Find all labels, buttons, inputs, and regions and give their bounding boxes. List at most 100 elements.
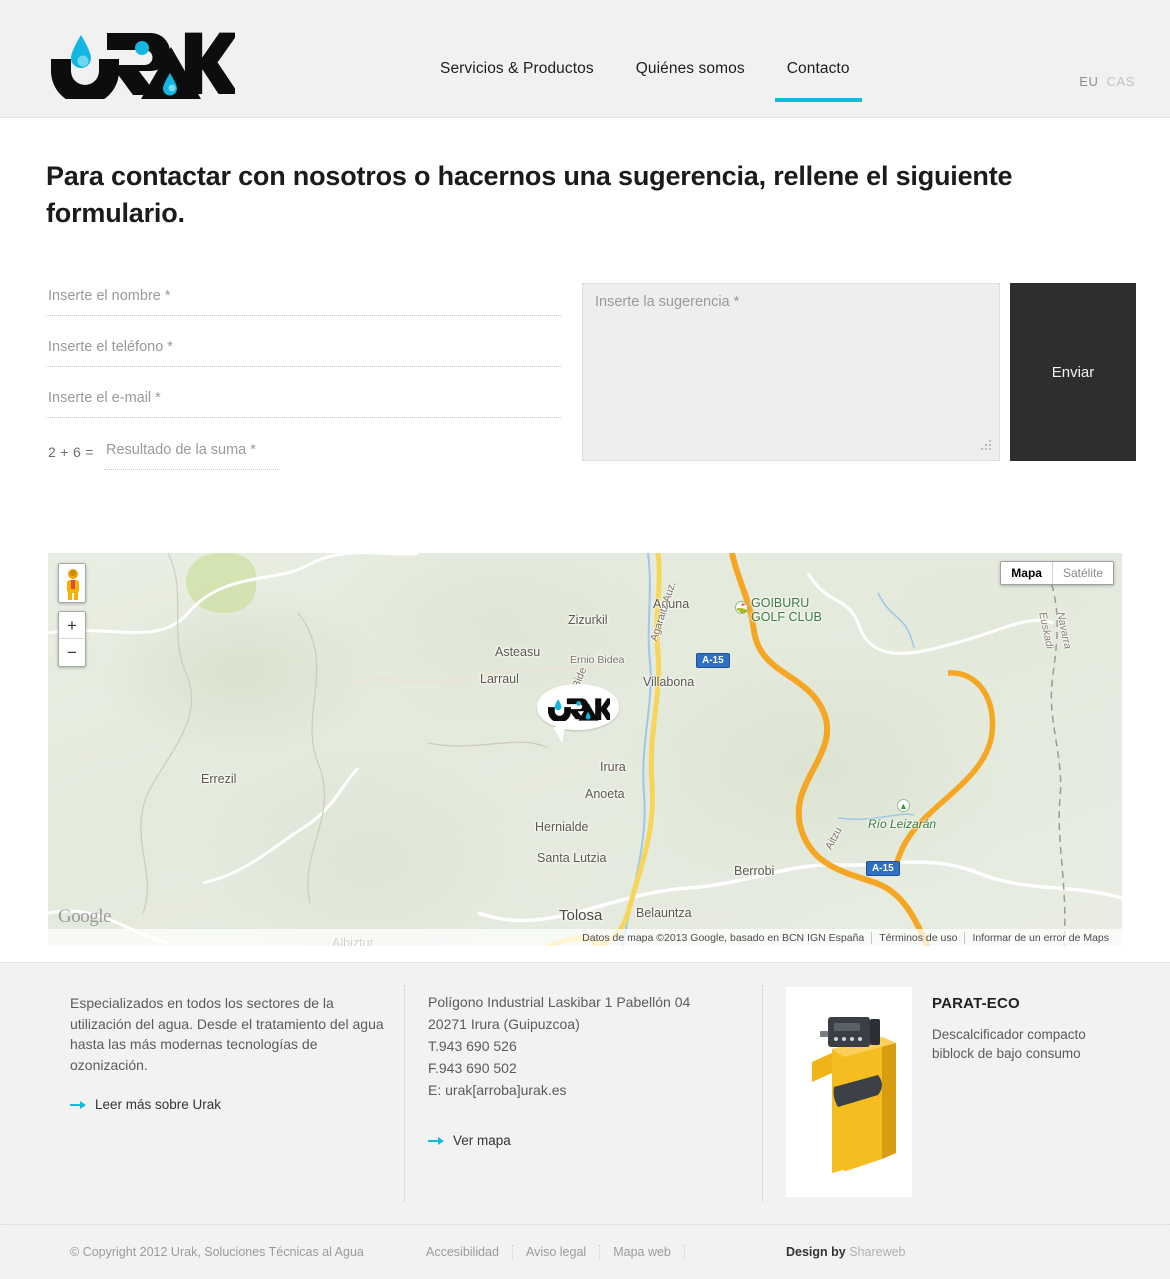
map-attribution-bar: Datos de mapa ©2013 Google, basado en BC… <box>48 929 1122 946</box>
street-view-pegman-control[interactable] <box>58 563 86 603</box>
map-label-berrobi: Berrobi <box>734 864 775 878</box>
location-map[interactable]: Aduna Zizurkil Asteasu Ernio Bidea Larra… <box>48 553 1122 946</box>
field-telefono[interactable]: Inserte el teléfono * <box>46 333 561 384</box>
footer-contact-column: Polígono Industrial Laskibar 1 Pabellón … <box>428 991 758 1148</box>
design-credit: Design by Shareweb <box>786 1245 906 1259</box>
map-label-larraul: Larraul <box>480 672 519 686</box>
email-line: E: urak[arroba]urak.es <box>428 1082 567 1098</box>
main-nav: Servicios & Productos Quiénes somos Cont… <box>440 60 892 102</box>
map-zoom-control[interactable]: + − <box>58 611 86 667</box>
view-map-link[interactable]: Ver mapa <box>428 1133 758 1148</box>
captcha-question: 2 + 6 = <box>48 444 94 460</box>
captcha-placeholder: Resultado de la suma * <box>106 442 256 458</box>
map-label-asteasu: Asteasu <box>495 645 541 659</box>
nombre-placeholder: Inserte el nombre * <box>48 288 171 304</box>
address-line-1: Polígono Industrial Laskibar 1 Pabellón … <box>428 994 691 1010</box>
map-label-rio-leizaran: Río Leizarán <box>868 817 937 831</box>
map-label-tolosa: Tolosa <box>559 907 603 924</box>
map-terms-link[interactable]: Términos de uso <box>871 931 964 944</box>
telefono-placeholder: Inserte el teléfono * <box>48 339 173 355</box>
arrow-right-icon <box>428 1136 444 1145</box>
golf-club-line2: GOLF CLUB <box>751 610 822 624</box>
email-underline <box>46 417 561 418</box>
email-placeholder: Inserte el e-mail * <box>48 390 161 406</box>
map-label-errezil: Errezil <box>201 772 237 786</box>
lang-option-cas[interactable]: CAS <box>1106 74 1135 89</box>
read-more-label: Leer más sobre Urak <box>95 1097 222 1112</box>
nav-item-servicios-productos[interactable]: Servicios & Productos <box>440 60 594 102</box>
map-type-satelite[interactable]: Satélite <box>1053 562 1113 584</box>
textarea-resize-grip[interactable] <box>978 440 991 453</box>
form-left-column: Inserte el nombre * Inserte el teléfono … <box>46 282 561 476</box>
nombre-underline <box>46 315 561 316</box>
map-label-goiburu-golf-club: GOIBURU GOLF CLUB <box>751 596 822 624</box>
copyright-text: © Copyright 2012 Urak, Soluciones Técnic… <box>70 1245 364 1259</box>
park-icon: ▲ <box>897 799 910 812</box>
arrow-right-icon <box>70 1100 86 1109</box>
phone-line: T.943 690 526 <box>428 1038 517 1054</box>
fax-line: F.943 690 502 <box>428 1060 517 1076</box>
map-label-irura: Irura <box>600 760 626 774</box>
field-email[interactable]: Inserte el e-mail * <box>46 384 561 435</box>
google-watermark: Google <box>58 906 111 927</box>
zoom-out-button[interactable]: − <box>59 639 85 666</box>
bottom-bar: © Copyright 2012 Urak, Soluciones Técnic… <box>0 1224 1170 1279</box>
language-switcher: EU CAS <box>1079 74 1135 89</box>
urak-logo[interactable] <box>45 21 239 105</box>
submit-button[interactable]: Enviar <box>1010 283 1136 461</box>
map-marker-urak[interactable] <box>537 684 619 743</box>
captcha-underline <box>104 469 280 470</box>
street-view-pegman-icon <box>67 569 79 600</box>
footer-divider-2 <box>762 985 763 1201</box>
zoom-in-button[interactable]: + <box>59 612 85 639</box>
page-title: Para contactar con nosotros o hacernos u… <box>46 161 1013 229</box>
footer-divider-1 <box>404 985 405 1201</box>
design-studio-name[interactable]: Shareweb <box>849 1245 905 1259</box>
view-map-label: Ver mapa <box>453 1133 511 1148</box>
urak-water-drop-logo <box>51 32 239 105</box>
address-block: Polígono Industrial Laskibar 1 Pabellón … <box>428 991 758 1101</box>
address-line-2: 20271 Irura (Guipuzcoa) <box>428 1016 580 1032</box>
map-type-control: Mapa Satélite <box>1000 561 1114 585</box>
nav-item-quienes-somos[interactable]: Quiénes somos <box>636 60 745 102</box>
golf-icon: ⛳ <box>735 601 748 614</box>
about-text: Especializados en todos los sectores de … <box>70 995 384 1073</box>
golf-club-line1: GOIBURU <box>751 596 810 610</box>
telefono-underline <box>46 366 561 367</box>
field-sugerencia[interactable]: Inserte la sugerencia * <box>582 283 1000 461</box>
parat-eco-water-softener-icon <box>786 987 912 1197</box>
route-shield-a15-south: A-15 <box>866 861 900 876</box>
link-aviso-legal[interactable]: Aviso legal <box>513 1245 601 1259</box>
map-label-zizurkil: Zizurkil <box>568 613 608 627</box>
site-header: Servicios & Productos Quiénes somos Cont… <box>0 0 1170 118</box>
product-image[interactable] <box>786 987 912 1197</box>
map-vector-layer <box>48 553 1122 946</box>
map-type-mapa[interactable]: Mapa <box>1001 562 1053 584</box>
product-info: PARAT-ECO Descalcificador compacto biblo… <box>932 995 1117 1063</box>
map-label-hernialde: Hernialde <box>535 820 589 834</box>
map-report-error-link[interactable]: Informar de un error de Maps <box>964 931 1116 944</box>
map-attribution-text: Datos de mapa ©2013 Google, basado en BC… <box>582 931 865 944</box>
lang-option-eu[interactable]: EU <box>1079 74 1098 89</box>
map-label-anoeta: Anoeta <box>585 787 625 801</box>
field-nombre[interactable]: Inserte el nombre * <box>46 282 561 333</box>
sugerencia-placeholder: Inserte la sugerencia * <box>595 294 740 310</box>
marker-urak-logo-icon <box>548 697 610 721</box>
map-label-santa-lutzia: Santa Lutzia <box>537 851 607 865</box>
product-description: Descalcificador compacto biblock de bajo… <box>932 1027 1086 1061</box>
site-footer: Especializados en todos los sectores de … <box>0 962 1170 1224</box>
link-accesibilidad[interactable]: Accesibilidad <box>426 1245 513 1259</box>
legal-links: Accesibilidad Aviso legal Mapa web <box>426 1245 685 1259</box>
map-label-villabona: Villabona <box>643 675 695 689</box>
nav-item-contacto[interactable]: Contacto <box>774 60 862 102</box>
route-shield-a15-north: A-15 <box>696 653 730 668</box>
contact-form: Inserte el nombre * Inserte el teléfono … <box>46 282 1136 470</box>
link-mapa-web[interactable]: Mapa web <box>600 1245 685 1259</box>
footer-about-column: Especializados en todos los sectores de … <box>70 993 390 1112</box>
design-by-label: Design by <box>786 1245 850 1259</box>
field-captcha[interactable]: 2 + 6 = Resultado de la suma * <box>46 436 561 476</box>
map-label-ernio-bidea: Ernio Bidea <box>570 654 625 666</box>
read-more-link[interactable]: Leer más sobre Urak <box>70 1097 390 1112</box>
product-title: PARAT-ECO <box>932 995 1020 1012</box>
map-label-belauntza: Belauntza <box>636 906 692 920</box>
